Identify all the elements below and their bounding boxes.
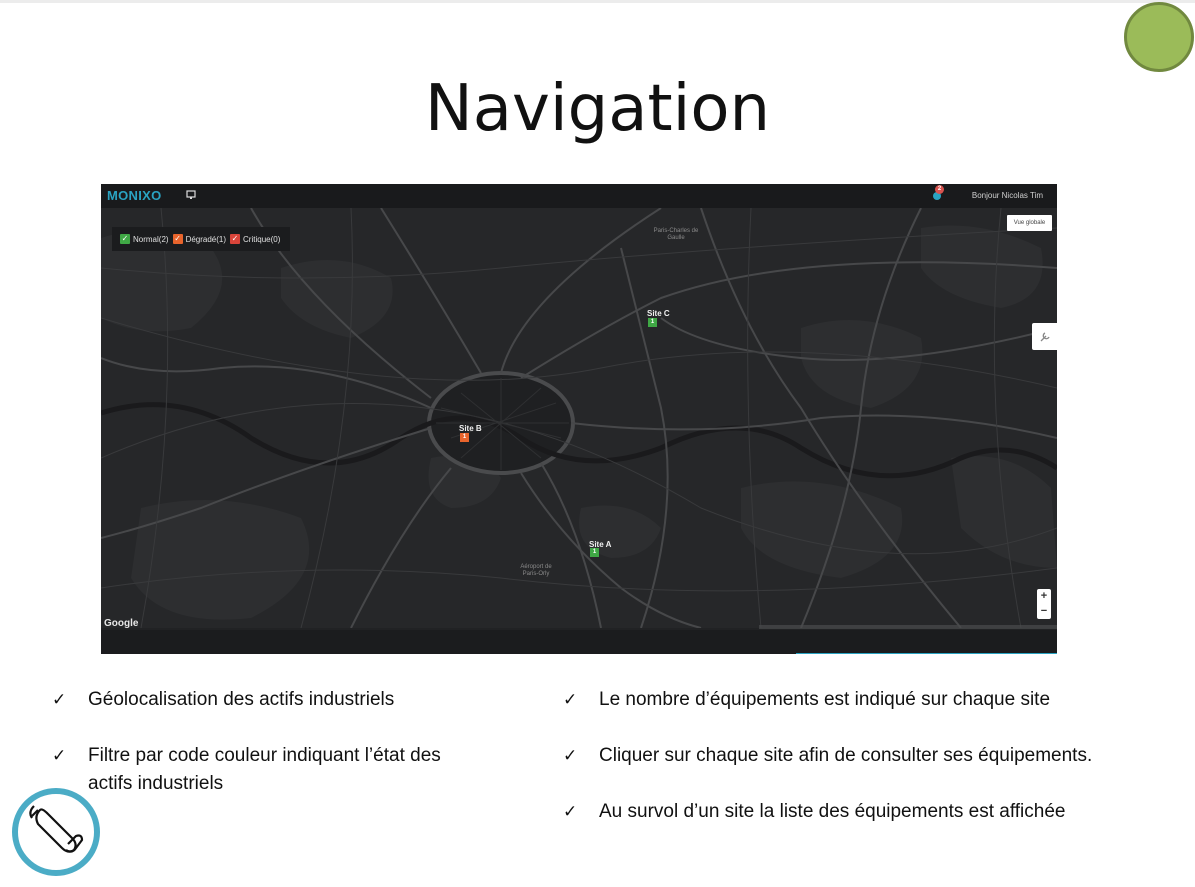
- site-b-label[interactable]: Site B: [459, 424, 482, 433]
- monitor-icon[interactable]: [186, 190, 196, 200]
- map-label-orly: Aéroport de Paris-Orly: [520, 564, 552, 577]
- notification-badge: 2: [935, 185, 944, 194]
- site-b-marker[interactable]: 1: [460, 433, 469, 442]
- user-greeting[interactable]: Bonjour Nicolas Tim: [972, 191, 1043, 200]
- filter-degrade[interactable]: ✓ Dégradé(1): [172, 234, 227, 244]
- wrench-icon: [29, 805, 84, 853]
- checkmark-icon: ✓: [52, 690, 67, 710]
- google-logo: Google: [104, 618, 139, 629]
- filter-normal[interactable]: ✓ Normal(2): [120, 234, 169, 244]
- side-tool-button[interactable]: [1032, 323, 1057, 350]
- filter-critique-label: Critique(0): [243, 234, 281, 244]
- site-c-marker[interactable]: 1: [648, 318, 657, 327]
- top-divider: [0, 0, 1195, 3]
- checkmark-icon: ✓: [563, 802, 578, 822]
- bullet-click-site: ✓ Cliquer sur chaque site afin de consul…: [563, 742, 1183, 770]
- bullet-text: Au survol d’un site la liste des équipem…: [599, 801, 1066, 822]
- map-label-cdg: Paris-Charles de Gaulle: [653, 228, 699, 241]
- filter-critique[interactable]: ✓ Critique(0): [230, 234, 280, 244]
- app-screenshot: MONIXO 2 Bonjour Nicolas Tim Paris-Charl…: [101, 184, 1057, 654]
- bullet-color-filter: ✓ Filtre par code couleur indiquant l’ét…: [52, 742, 472, 798]
- app-logo[interactable]: MONIXO: [107, 188, 162, 203]
- status-filter-bar: ✓ Normal(2) ✓ Dégradé(1) ✓ Critique(0): [112, 227, 291, 251]
- app-footer: [101, 630, 1057, 654]
- bullet-geolocation: ✓ Géolocalisation des actifs industriels: [52, 686, 472, 714]
- footer-accent-line: [796, 653, 1057, 654]
- zoom-control: + −: [1037, 589, 1051, 619]
- map-attribution: [759, 625, 1057, 629]
- decorative-green-circle: [1124, 2, 1194, 72]
- bullet-text: Filtre par code couleur indiquant l’état…: [88, 745, 441, 794]
- slide-title: Navigation: [424, 72, 771, 146]
- tool-badge: [12, 788, 100, 876]
- bullet-text: Le nombre d’équipements est indiqué sur …: [599, 689, 1051, 710]
- bullet-hover-list: ✓ Au survol d’un site la liste des équip…: [563, 798, 1183, 826]
- global-view-button[interactable]: Vue globale: [1007, 215, 1052, 231]
- checkbox-checked-icon[interactable]: ✓: [230, 234, 241, 244]
- map-view[interactable]: Paris-Charles de Gaulle Aéroport de Pari…: [101, 208, 1057, 628]
- bullet-equipment-count: ✓ Le nombre d’équipements est indiqué su…: [563, 686, 1183, 714]
- wrench-icon: [1040, 332, 1050, 342]
- checkbox-checked-icon[interactable]: ✓: [172, 234, 183, 244]
- checkmark-icon: ✓: [563, 746, 578, 766]
- filter-degrade-label: Dégradé(1): [185, 234, 227, 244]
- app-header: MONIXO 2 Bonjour Nicolas Tim: [101, 184, 1057, 208]
- checkmark-icon: ✓: [563, 690, 578, 710]
- map-canvas[interactable]: [101, 208, 1057, 628]
- bullet-text: Cliquer sur chaque site afin de consulte…: [599, 745, 1093, 766]
- site-c-label[interactable]: Site C: [647, 309, 670, 318]
- bullet-text: Géolocalisation des actifs industriels: [88, 689, 395, 710]
- filter-normal-label: Normal(2): [133, 234, 169, 244]
- zoom-in-button[interactable]: +: [1037, 589, 1051, 604]
- checkbox-checked-icon[interactable]: ✓: [120, 234, 130, 244]
- zoom-out-button[interactable]: −: [1037, 604, 1051, 619]
- site-a-marker[interactable]: 1: [590, 548, 599, 557]
